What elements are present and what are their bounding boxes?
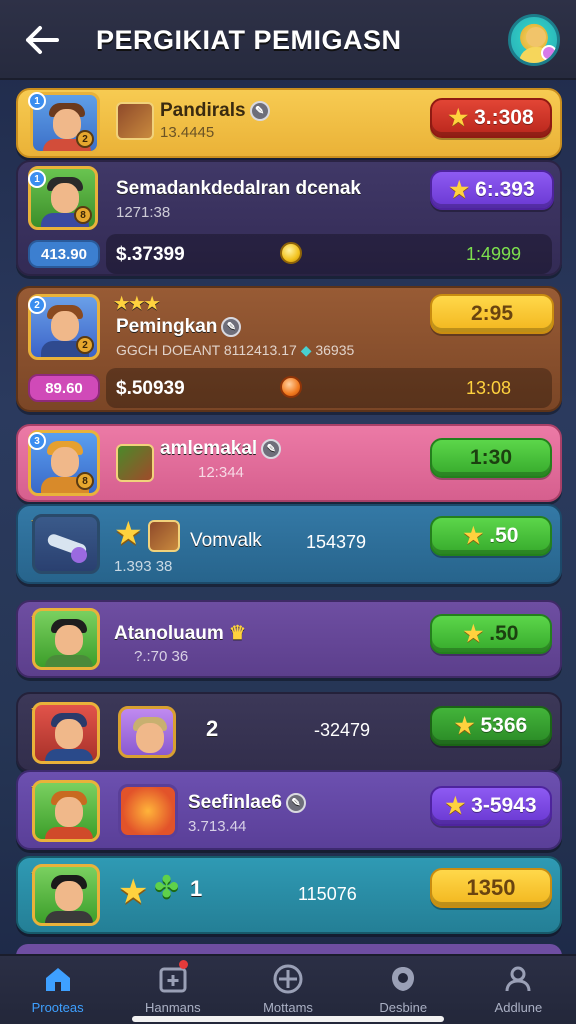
player-name: Atanoluaum ♛ (114, 623, 247, 644)
level-badge: 8 (74, 206, 92, 224)
leaf-icon: ✤ (154, 871, 180, 904)
coin-icon (280, 376, 302, 398)
rank-badge-icon: 1 (28, 92, 46, 110)
star-icon: ★ (463, 523, 484, 548)
player-name: Pemingkan ✎ (116, 316, 242, 338)
player-name: Pandirals ✎ (160, 100, 270, 122)
player-avatar (32, 780, 100, 842)
player-subtitle: 1271:38 (116, 204, 171, 221)
player-name: Semadankdedalran dcenak (116, 178, 361, 199)
nav-tab-profile[interactable]: Addlune (461, 956, 576, 1024)
team-thumbnail (116, 102, 154, 140)
top-bar: PERGIKIAT PEMIGASN (0, 0, 576, 80)
rank-badge-icon: 1 (28, 170, 46, 188)
bottom-navigation: Prooteas Hanmans Mottams Desbine Addlune (0, 954, 576, 1024)
item-image (118, 784, 178, 838)
edit-icon[interactable]: ✎ (286, 792, 306, 813)
avatar-head (526, 27, 546, 47)
page-title: PERGIKIAT PEMIGASN (96, 24, 402, 55)
stat-value: $.50939 (116, 378, 185, 399)
leaderboard-row-1[interactable]: 2 1 Pandirals ✎ 13.4445 ★ 3.:308 (16, 88, 562, 158)
stat-right-value: 13:08 (466, 378, 512, 398)
home-indicator (132, 1016, 444, 1022)
player-name: Vomvalk (190, 530, 262, 551)
score-button[interactable]: ★ .50 (430, 614, 552, 654)
team-thumbnail (116, 444, 154, 482)
score-button[interactable]: 1:30 (430, 438, 552, 478)
star-icon: ★ (463, 621, 484, 646)
player-subtitle: 1.393 38 (114, 558, 173, 575)
player-rank: 1 (190, 876, 203, 901)
player-avatar (32, 608, 100, 670)
player-rank: 2 (206, 716, 219, 741)
rank-badge-icon: 3 (28, 432, 46, 450)
leaderboard-row-9[interactable]: ★ ★ ✤ 1 115076 1350 (16, 856, 562, 934)
score-button[interactable]: 2:95 (430, 294, 554, 334)
nav-tab-guild[interactable]: Desbine (346, 956, 461, 1024)
stat-chip: 89.60 (28, 374, 100, 402)
player-name: Seefinlae6 ✎ (188, 792, 306, 814)
star-icon: ★ (448, 105, 469, 130)
star-icon: ★ (118, 873, 149, 911)
player-points: 154379 (306, 532, 367, 552)
star-icon: ★ (114, 515, 143, 551)
gem-icon: ◆ (300, 342, 312, 358)
player-subtitle: GGCH DOEANT 8112413.17 ◆ 36935 (116, 342, 355, 358)
player-subtitle: 12:344 (198, 464, 244, 481)
coin-icon (280, 242, 302, 264)
nav-tab-events[interactable]: Hanmans (115, 956, 230, 1024)
arrow-left-icon (26, 26, 59, 54)
compass-icon (271, 962, 305, 996)
score-button[interactable]: ★ 5366 (430, 706, 552, 746)
star-icon: ★ (445, 793, 466, 818)
edit-icon[interactable]: ✎ (261, 438, 282, 459)
team-thumbnail (148, 520, 180, 552)
leaderboard-row-2[interactable]: 8 1 Semadankdedalran dcenak 1271:38 ★ 6:.… (16, 160, 562, 276)
player-subtitle: 3.713.44 (188, 818, 247, 835)
nav-tab-explore[interactable]: Mottams (230, 956, 345, 1024)
stat-chip: 413.90 (28, 240, 100, 268)
level-badge: 8 (76, 472, 94, 490)
stat-value: $.37399 (116, 244, 185, 265)
player-name: amlemakal ✎ (160, 438, 282, 460)
leaderboard-row-8[interactable]: ★ Seefinlae6✎ 3.713.44 ★3-5943 (16, 770, 562, 850)
rating-stars: ★★★ (114, 294, 160, 313)
score-button[interactable]: 1350 (430, 868, 552, 908)
star-icon: ★ (449, 177, 470, 202)
crown-icon: ♛ (223, 623, 247, 644)
home-icon (41, 962, 75, 996)
rank-badge-icon: 2 (28, 296, 46, 314)
star-icon: ★ (454, 713, 475, 738)
leaderboard-row-4[interactable]: 8 3 amlemakal ✎ 12:344 1:30 (16, 424, 562, 502)
profile-badge-icon (541, 45, 557, 61)
score-button[interactable]: ★ 3-5943 (430, 786, 552, 826)
leaderboard-row-3[interactable]: 2 2 ★★★ Pemingkan ✎ GGCH DOEANT 8112413.1… (16, 286, 562, 412)
level-badge: 2 (76, 130, 94, 148)
player-avatar (32, 702, 100, 764)
shield-icon (386, 962, 420, 996)
player-points: -32479 (314, 720, 371, 740)
user-icon (501, 962, 535, 996)
item-image (32, 514, 100, 574)
player-avatar (32, 864, 100, 926)
score-button[interactable]: ★ .50 (430, 516, 552, 556)
leaderboard-row-7[interactable]: ★ 2 -32479 ★5366 (16, 692, 562, 772)
nav-tab-home[interactable]: Prooteas (0, 956, 115, 1024)
score-button[interactable]: ★ 3.:308 (430, 98, 552, 138)
score-button[interactable]: ★ 6:.393 (430, 170, 554, 210)
player-avatar-secondary (118, 706, 176, 758)
back-button[interactable] (20, 20, 64, 60)
leaderboard-row-5[interactable]: ★ ★ Vomvalk 154379 1.393 38 ★.50 (16, 504, 562, 584)
player-subtitle: 13.4445 (160, 124, 215, 141)
edit-icon[interactable]: ✎ (249, 100, 270, 121)
player-subtitle: ?.:70 36 (134, 648, 189, 665)
stat-right-value: 1:4999 (466, 244, 522, 264)
level-badge: 2 (76, 336, 94, 354)
edit-icon[interactable]: ✎ (221, 316, 242, 337)
profile-button[interactable] (508, 14, 560, 66)
player-points: 115076 (298, 884, 357, 904)
leaderboard-row-6[interactable]: ★ Atanoluaum ♛ ?.:70 36 ★.50 (16, 600, 562, 678)
